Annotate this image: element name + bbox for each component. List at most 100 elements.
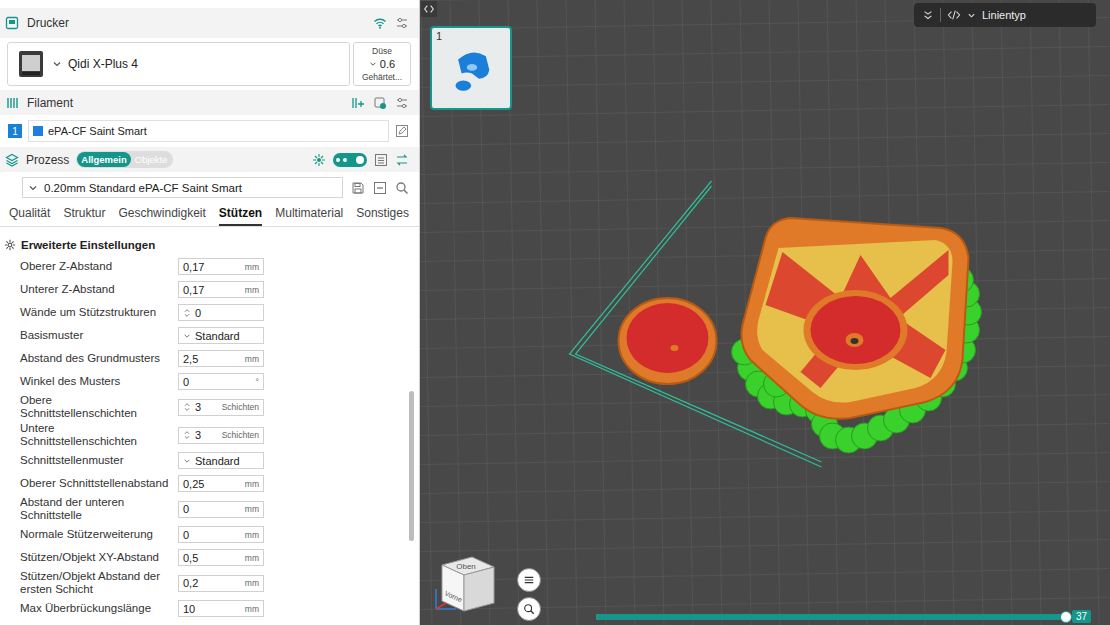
process-swap-icon[interactable] [395,153,409,167]
filament-color-swatch [33,126,43,136]
setting-value: 0,25 [183,478,204,490]
settings-tab[interactable]: Qualität [9,202,50,226]
build-plate-scene[interactable] [420,0,1110,625]
collapse-sidebar-button[interactable] [421,1,437,17]
setting-value: 0 [183,503,189,515]
setting-field[interactable]: Standard [178,452,264,469]
lid-object[interactable] [619,298,717,384]
spinner-icon[interactable] [183,430,191,440]
setting-field[interactable]: 0° [178,373,264,390]
setting-label: Abstand des Grundmusters [20,352,172,365]
setting-field[interactable]: 0 [178,304,264,321]
setting-row: Schnittstellenmuster Standard [0,449,409,472]
printer-title: Drucker [27,16,69,30]
setting-label: Schnittstellenmuster [20,454,172,467]
setting-row: Winkel des Musters 0° [0,370,409,393]
filament-select[interactable]: ePA-CF Saint Smart [28,120,389,142]
search-settings-icon[interactable] [395,181,409,195]
scrollbar-thumb[interactable] [409,391,414,541]
filament-title: Filament [27,96,73,110]
setting-row: Abstand der unteren Schnittstelle0mm [0,495,409,523]
preset-select[interactable]: 0.20mm Standard ePA-CF Saint Smart [22,177,343,198]
settings-body: Erweiterte EinstellungenOberer Z-Abstand… [0,227,419,625]
setting-field[interactable]: 0,17mm [178,258,264,275]
settings-tab[interactable]: Multimaterial [275,202,343,226]
wifi-icon[interactable] [373,16,387,30]
setting-field[interactable]: 0,25mm [178,475,264,492]
tray-object[interactable] [742,218,969,419]
view-mode-label[interactable]: Linientyp [982,9,1026,21]
setting-field[interactable]: 0,5mm [178,549,264,566]
setting-field[interactable]: 3Schichten [178,399,264,416]
settings-group-title: Erweiterte Einstellungen [21,239,155,251]
settings-tab[interactable]: Geschwindigkeit [118,202,205,226]
filament-settings-icon[interactable] [395,96,409,110]
setting-field[interactable]: 2,5mm [178,350,264,367]
dropdown-chevron-icon [183,456,191,466]
process-title: Prozess [26,153,69,167]
layer-slider-track[interactable] [596,614,1066,620]
printer-name: Qidi X-Plus 4 [68,57,138,71]
setting-field[interactable]: 0mm [178,501,264,518]
dropdown-chevron-icon [183,331,191,341]
switch-knob [356,156,364,164]
view-menu-button[interactable] [517,568,541,592]
printer-header: Drucker [0,8,419,38]
collapse-toolbar-icon[interactable] [922,9,934,21]
setting-field[interactable]: Standard [178,327,264,344]
setting-row: Max Überbrückungslänge10mm [0,597,409,620]
settings-tab[interactable]: Struktur [63,202,105,226]
advanced-mode-switch[interactable] [333,153,367,167]
process-list-icon[interactable] [374,153,388,167]
nozzle-select[interactable]: Düse 0.6Gehärtet... [353,42,411,86]
setting-field[interactable]: 0,17mm [178,281,264,298]
process-mode-option[interactable]: Objekte [131,152,172,167]
filament-sync-icon[interactable] [373,96,387,110]
3d-preview[interactable]: 1 Linientyp ObenVorne 37 [420,0,1110,625]
setting-row: BasismusterStandard [0,324,409,347]
printer-row: Qidi X-Plus 4 Düse 0.6Gehärtet... [0,38,419,90]
setting-row: Unterer Z-Abstand0,17mm [0,278,409,301]
setting-row: Wände um Stützstrukturen0 [0,301,409,324]
printer-select[interactable]: Qidi X-Plus 4 [7,42,350,86]
menu-icon [523,574,535,586]
view-mode-chevron-icon[interactable] [967,11,976,20]
setting-unit: ° [256,377,259,387]
add-filament-icon[interactable] [351,96,365,110]
setting-unit: mm [245,354,259,364]
delete-preset-icon[interactable] [373,181,387,195]
setting-row: Abstand des Grundmusters 2,5mm [0,347,409,370]
settings-tab[interactable]: Sonstiges [356,202,409,226]
printer-settings-icon[interactable] [395,16,409,30]
setting-label: Winkel des Musters [20,375,172,388]
plate-thumbnail[interactable]: 1 [430,26,512,110]
setting-value: 3 [195,429,201,441]
spinner-icon[interactable] [183,402,191,412]
setting-unit: mm [245,262,259,272]
setting-unit: mm [245,285,259,295]
edit-filament-icon[interactable] [395,124,409,138]
layer-slider[interactable]: 37 [596,610,1091,623]
settings-scrollbar[interactable] [409,227,414,625]
plate-preview-icon [446,40,498,100]
spinner-icon[interactable] [183,308,191,318]
switch-dot [336,158,340,162]
zoom-button[interactable] [517,597,541,621]
setting-field[interactable]: 10mm [178,600,264,617]
setting-value: 0,2 [183,577,198,589]
setting-value: 3 [195,401,201,413]
layer-slider-handle[interactable] [1060,611,1072,623]
setting-field[interactable]: 0 mm [178,526,264,543]
gcode-view-icon[interactable] [947,9,961,21]
setting-value: Standard [195,330,240,342]
process-layers-icon [5,153,19,167]
setting-value: 0 [183,529,189,541]
setting-field[interactable]: 3Schichten [178,427,264,444]
process-mode-option[interactable]: Allgemein [77,152,130,167]
process-tune-icon[interactable] [312,153,326,167]
view-cube[interactable]: ObenVorne [432,545,502,615]
setting-field[interactable]: 0,2mm [178,575,264,592]
save-preset-icon[interactable] [351,181,365,195]
settings-tab[interactable]: Stützen [219,202,262,226]
setting-unit: mm [245,530,259,540]
